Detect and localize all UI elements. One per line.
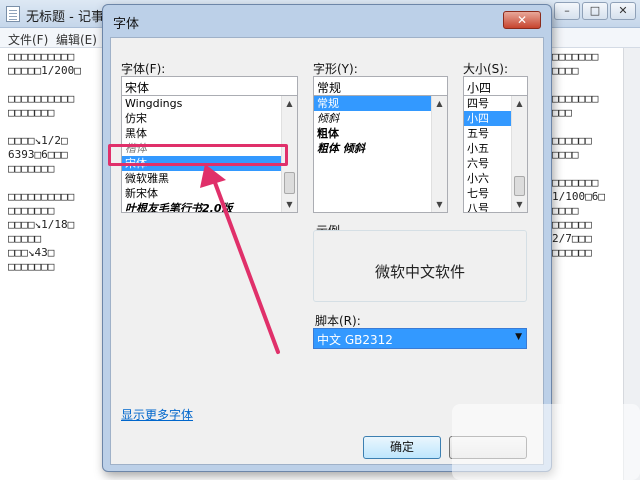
style-label: 字形(Y): [313, 62, 358, 76]
font-list-item[interactable]: 叶根友毛笔行书2.0版 [122, 201, 297, 212]
text-line: □□□□□1/200□ [8, 64, 81, 76]
menu-file[interactable]: 文件(F) [8, 31, 48, 48]
text-line: □□□□□□□□□□ [8, 50, 75, 62]
font-list-item[interactable]: 黑体 [122, 126, 297, 141]
scroll-up-icon[interactable]: ▲ [282, 96, 297, 111]
text-line: □□□□□□□ [8, 106, 55, 118]
text-line [8, 176, 108, 188]
ok-button[interactable]: 确定 [363, 436, 441, 459]
scroll-up-icon[interactable]: ▲ [512, 96, 527, 111]
dialog-title: 字体 [113, 17, 140, 32]
menu-edit[interactable]: 编辑(E) [56, 31, 97, 48]
watermark-overlay [452, 404, 640, 480]
text-line: □□□□□□□□□□ [8, 92, 75, 104]
scroll-thumb[interactable] [284, 172, 295, 194]
font-size-listbox[interactable]: 四号 小四 五号 小五 六号 小六 七号 八号 ▲ ▼ [463, 95, 528, 213]
dialog-close-button[interactable]: ✕ [503, 11, 541, 29]
scroll-thumb[interactable] [514, 176, 525, 196]
highlight-box [108, 144, 288, 166]
text-line: □□□□↘1/18□ [8, 218, 75, 230]
font-size-input[interactable]: 小四 [463, 76, 528, 97]
notepad-icon [6, 6, 20, 22]
script-label: 脚本(R): [315, 314, 361, 328]
scroll-down-icon[interactable]: ▼ [282, 197, 297, 212]
scroll-up-icon[interactable]: ▲ [432, 96, 447, 111]
style-list-scrollbar[interactable]: ▲ ▼ [431, 96, 447, 212]
font-list-item[interactable]: Wingdings [122, 96, 297, 111]
font-name-input[interactable]: 宋体 [121, 76, 298, 97]
text-line: □□□□□□□ [8, 204, 55, 216]
font-style-input[interactable]: 常规 [313, 76, 448, 97]
style-list-item[interactable]: 粗体 倾斜 [314, 141, 447, 156]
font-list-item[interactable]: 仿宋 [122, 111, 297, 126]
close-window-button[interactable]: ✕ [610, 2, 636, 20]
style-list-item[interactable]: 常规 [314, 96, 447, 111]
script-value: 中文 GB2312 [317, 333, 393, 347]
text-line: □□□□□□□ [8, 162, 55, 174]
text-line: □□□□□□□ [8, 260, 55, 272]
scroll-down-icon[interactable]: ▼ [512, 197, 527, 212]
font-list-item[interactable]: 新宋体 [122, 186, 297, 201]
font-style-listbox[interactable]: 常规 倾斜 粗体 粗体 倾斜 ▲ ▼ [313, 95, 448, 213]
dialog-client-area: 字体(F): 宋体 Wingdings 仿宋 黑体 楷体 宋体 微软雅黑 新宋体 叶根友毛笔行… [110, 37, 544, 465]
dropdown-arrow-icon[interactable]: ▼ [515, 332, 522, 342]
text-line [8, 120, 108, 132]
text-line: □□□↘43□ [8, 246, 55, 258]
font-dialog: 字体 ✕ 字体(F): 宋体 Wingdings 仿宋 黑体 楷体 宋体 微软雅黑 新宋体叶… [102, 4, 552, 472]
text-line: 6393□6□□□ [8, 148, 68, 160]
text-line: □□□□□□□□□□ [8, 190, 75, 202]
size-label: 大小(S): [463, 62, 509, 76]
maximize-button[interactable]: □ [582, 2, 608, 20]
text-line [8, 78, 108, 90]
script-select[interactable]: 中文 GB2312 ▼ [313, 328, 527, 349]
notepad-text-area[interactable]: □□□□□□□□□□ □□□□□1/200□ □□□□□□□□□□ □□□□□□□ □□… [8, 50, 108, 274]
show-more-fonts-link[interactable]: 显示更多字体 [121, 406, 193, 423]
sample-box: 微软中文软件 [313, 230, 527, 302]
text-line: □□□□↘1/2□ [8, 134, 68, 146]
scroll-down-icon[interactable]: ▼ [432, 197, 447, 212]
font-list-item[interactable]: 微软雅黑 [122, 171, 297, 186]
size-list-scrollbar[interactable]: ▲ ▼ [511, 96, 527, 212]
style-list-item[interactable]: 粗体 [314, 126, 447, 141]
font-label: 字体(F): [121, 62, 166, 76]
sample-text: 微软中文软件 [374, 263, 465, 281]
text-line: □□□□□ [8, 232, 42, 244]
style-list-item[interactable]: 倾斜 [314, 111, 447, 126]
minimize-button[interactable]: – [554, 2, 580, 20]
